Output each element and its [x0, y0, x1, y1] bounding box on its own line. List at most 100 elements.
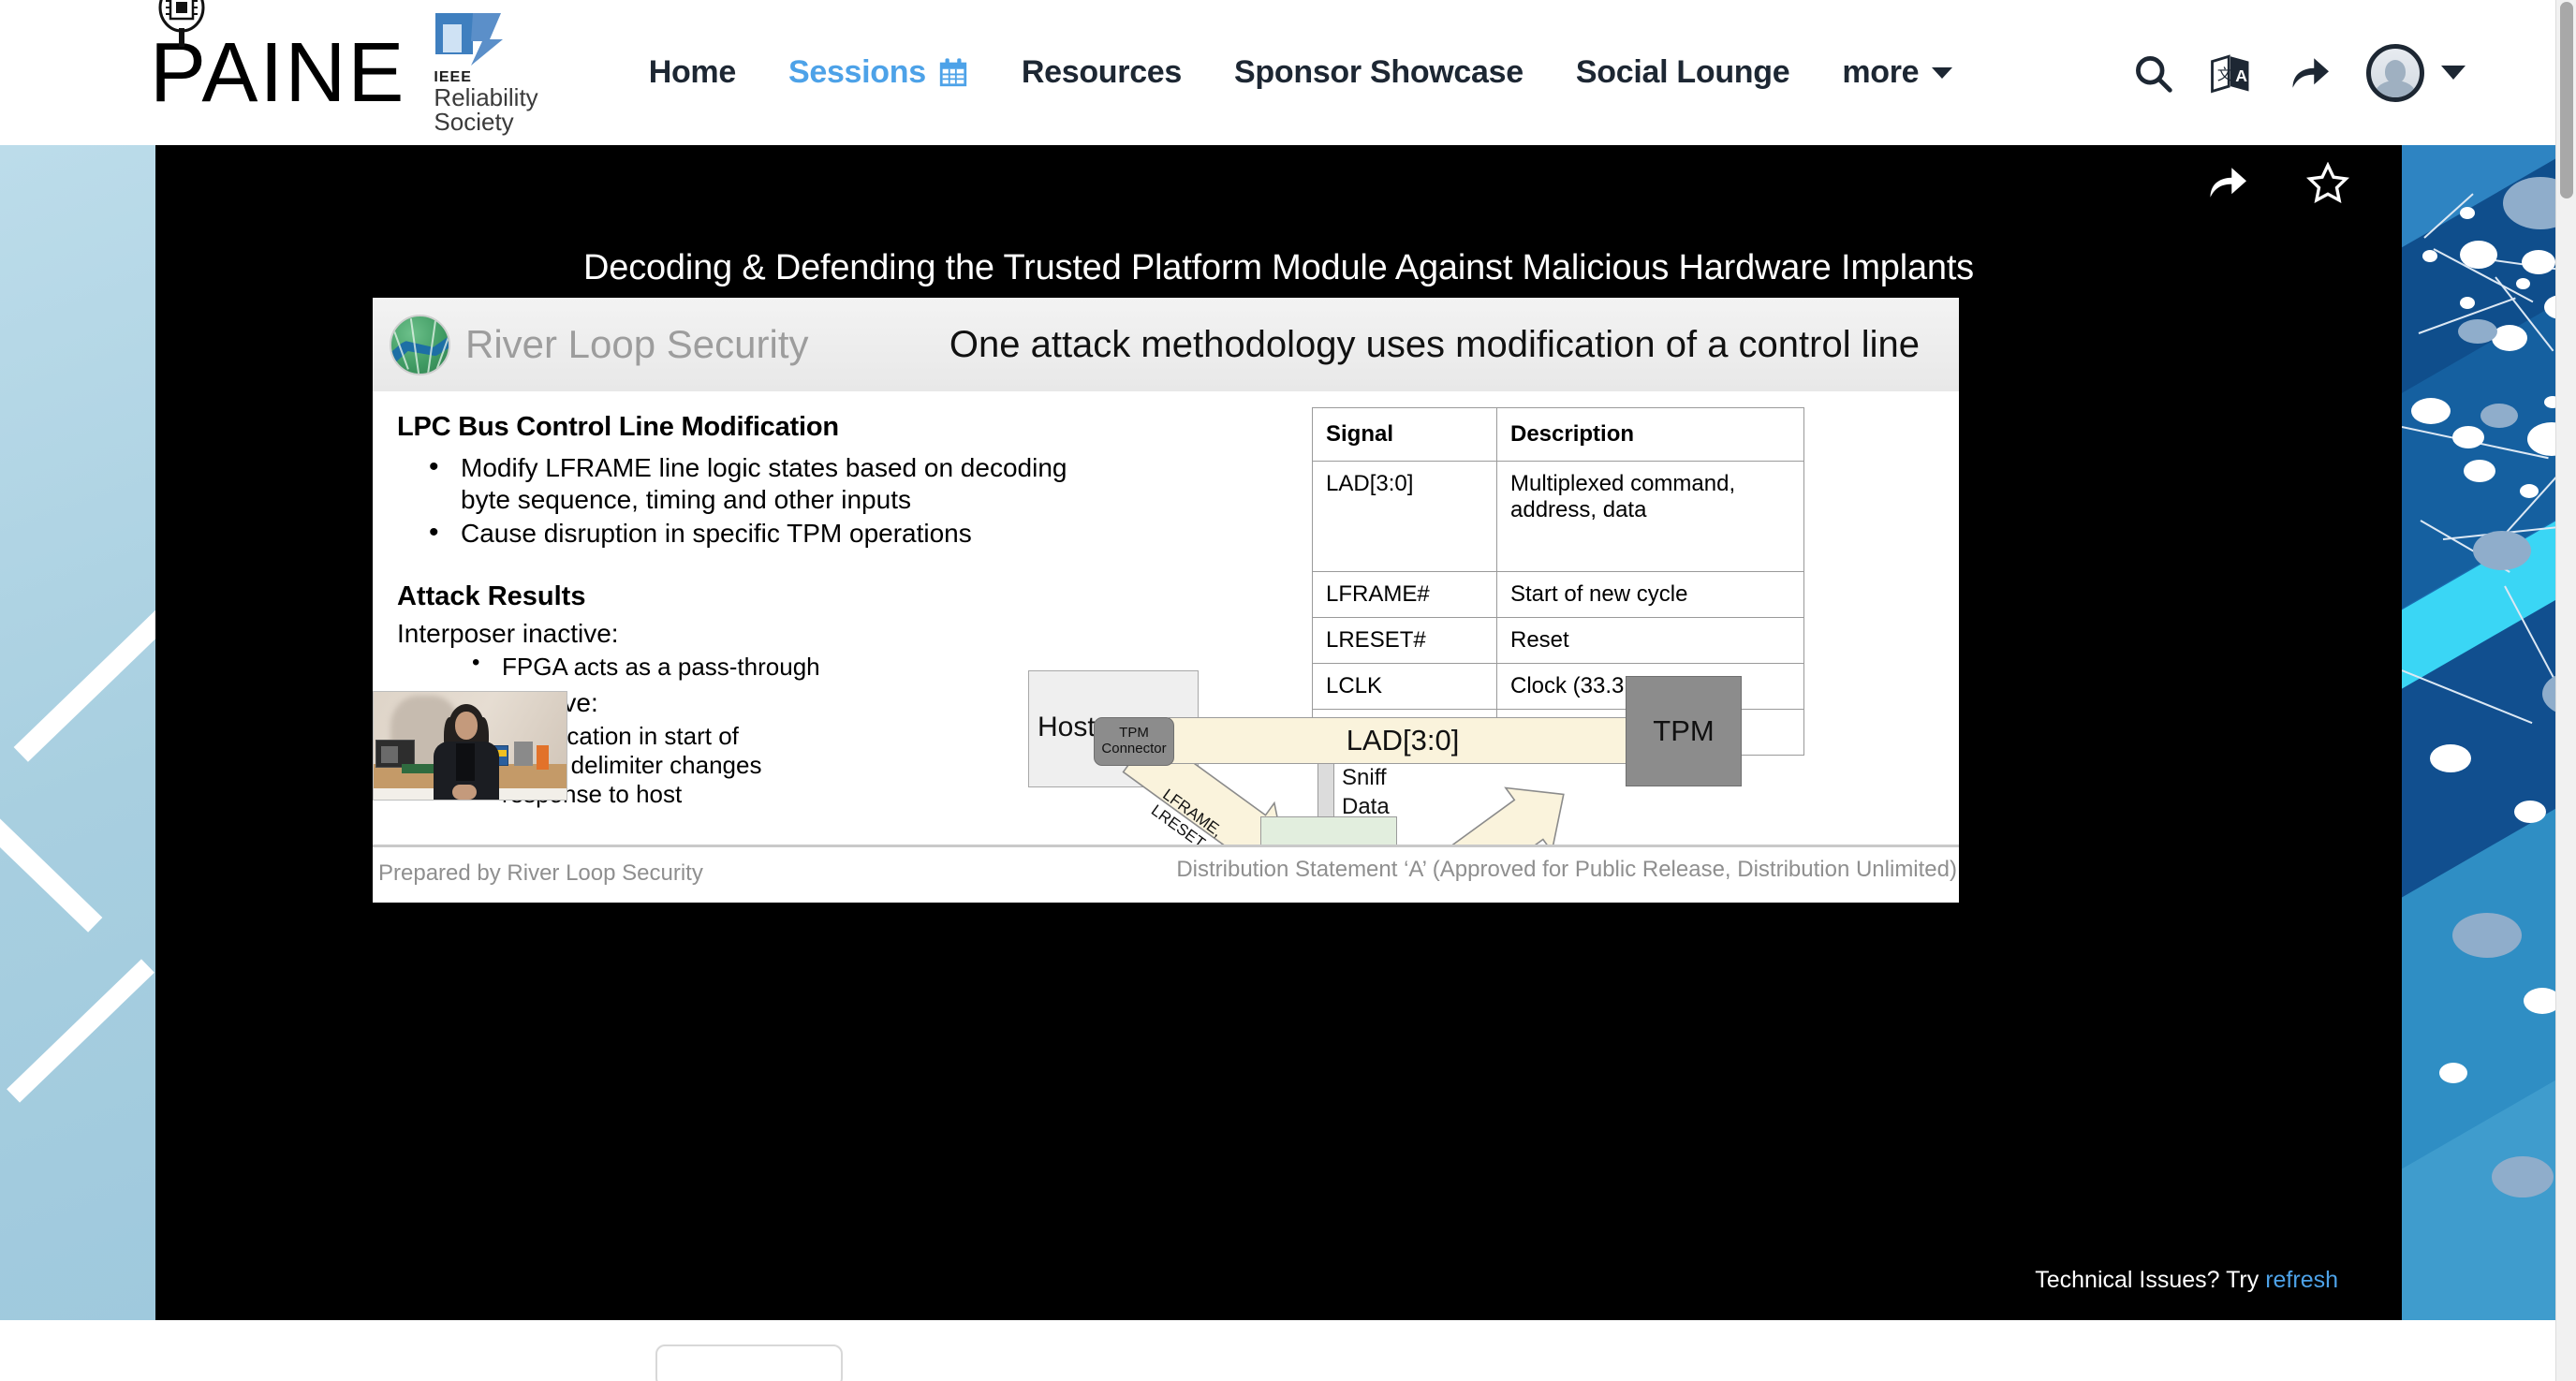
- slide-canvas: River Loop Security One attack methodolo…: [373, 298, 1959, 903]
- node-4: [2522, 250, 2555, 274]
- tpm-connector-line2: Connector: [1101, 741, 1167, 757]
- search-icon[interactable]: [2132, 52, 2173, 94]
- table-header-row: Signal Description: [1312, 407, 1804, 462]
- sniff-line2: Data: [1342, 793, 1390, 819]
- node-16: [2514, 801, 2546, 823]
- cell-signal: LRESET#: [1312, 617, 1497, 664]
- nav-item-social-lounge-label: Social Lounge: [1575, 54, 1790, 90]
- chevron-down-icon: [2441, 66, 2466, 80]
- nav-right-actions: 文 A: [2132, 43, 2466, 102]
- result-label-inactive: Interposer inactive:: [397, 619, 619, 649]
- list-item: FPGA acts as a pass-through: [468, 650, 1109, 682]
- deck-title: Decoding & Defending the Trusted Platfor…: [583, 248, 1974, 287]
- diagram-host-label: Host: [1038, 712, 1096, 742]
- node-dim-6: [2452, 913, 2522, 958]
- cell-description: Start of new cycle: [1496, 571, 1804, 618]
- primary-nav-links: Home Sessions Resources Sponsor Showcase…: [623, 54, 1980, 91]
- slide-title: One attack methodology uses modification…: [949, 323, 1920, 365]
- diagram-sniff-label: Sniff Data: [1342, 764, 1390, 821]
- society-label: Society: [434, 108, 514, 136]
- section-heading-lpc: LPC Bus Control Line Modification: [397, 412, 839, 442]
- lower-panel-button[interactable]: [655, 1344, 843, 1381]
- right-decorative-panel: [2402, 145, 2567, 1320]
- calendar-icon: [937, 57, 969, 89]
- svg-text:文: 文: [2217, 66, 2232, 83]
- refresh-link[interactable]: refresh: [2265, 1267, 2338, 1293]
- paine-chip-icon: [158, 0, 205, 47]
- nav-item-more-label: more: [1842, 54, 1920, 90]
- site-logo[interactable]: PAINE IEEE Reliability Society: [150, 0, 538, 136]
- slide-footer-left: Prepared by River Loop Security: [378, 860, 703, 886]
- star-icon[interactable]: [2306, 162, 2349, 203]
- node-14: [2520, 484, 2539, 498]
- nav-item-home-label: Home: [648, 54, 737, 90]
- cell-signal: LFRAME#: [1312, 571, 1497, 618]
- node-9: [2411, 398, 2451, 424]
- nav-item-sponsor-showcase-label: Sponsor Showcase: [1234, 54, 1524, 90]
- svg-text:A: A: [2235, 66, 2247, 84]
- nav-item-resources-label: Resources: [1021, 54, 1183, 90]
- slide-player: Decoding & Defending the Trusted Platfor…: [155, 145, 2402, 1320]
- sniff-line1: Sniff: [1342, 765, 1387, 790]
- video-presenter: [426, 702, 505, 800]
- presenter-hands: [452, 785, 477, 800]
- nav-item-social-lounge[interactable]: Social Lounge: [1550, 54, 1816, 91]
- slide-footer-right: Distribution Statement ‘A’ (Approved for…: [1176, 857, 1957, 882]
- avatar: [2366, 43, 2424, 102]
- share-icon[interactable]: [2288, 53, 2331, 93]
- caret-down-icon: [1932, 66, 1953, 79]
- node-3: [2422, 250, 2437, 262]
- node-dim-2: [2458, 319, 2497, 344]
- technical-issues-notice: Technical Issues? Try refresh: [2035, 1267, 2338, 1294]
- player-action-bar: [2205, 162, 2349, 203]
- node-6: [2516, 278, 2530, 289]
- result-bullets-inactive: FPGA acts as a pass-through: [468, 650, 1109, 682]
- user-menu[interactable]: [2366, 43, 2466, 102]
- top-navigation-bar: PAINE IEEE Reliability Society Home Sess…: [0, 0, 2576, 145]
- nav-item-resources[interactable]: Resources: [995, 54, 1208, 91]
- reliability-label: Reliability: [434, 83, 538, 111]
- node-dim-3: [2480, 404, 2518, 428]
- presenter-video-overlay[interactable]: [373, 691, 567, 801]
- chevron-stripe-1: [13, 597, 155, 762]
- nav-item-sessions[interactable]: Sessions: [762, 54, 995, 91]
- ieee-reliability-society-logo: IEEE Reliability Society: [434, 11, 538, 136]
- translate-icon[interactable]: 文 A: [2209, 51, 2252, 95]
- list-item: Cause disruption in specific TPM operati…: [425, 516, 1109, 551]
- page-scrollbar[interactable]: [2555, 0, 2576, 1381]
- chevron-stripe-2: [0, 768, 103, 933]
- diagram-bus-label: LAD[3:0]: [1346, 724, 1460, 757]
- table-row: LAD[3:0] Multiplexed command, address, d…: [1312, 461, 1804, 572]
- slide-footer: Prepared by River Loop Security Distribu…: [373, 845, 1959, 903]
- nav-item-more[interactable]: more: [1816, 54, 1979, 91]
- diagram-sniff-connector: [1317, 762, 1334, 820]
- scrollbar-thumb[interactable]: [2560, 2, 2573, 198]
- diagram-tpm-label: TPM: [1653, 714, 1715, 747]
- table-row: LRESET# Reset: [1312, 617, 1804, 664]
- table-row: LFRAME# Start of new cycle: [1312, 571, 1804, 618]
- share-icon[interactable]: [2205, 163, 2248, 202]
- lpc-bullet-list: Modify LFRAME line logic states based on…: [425, 450, 1109, 551]
- node-12: [2464, 460, 2495, 482]
- column-header-description: Description: [1496, 407, 1804, 462]
- diagram-tpm-block: TPM: [1626, 676, 1742, 786]
- node-2: [2460, 207, 2475, 219]
- node-10: [2452, 426, 2484, 448]
- node-15: [2430, 744, 2471, 772]
- cell-description: Multiplexed command, address, data: [1496, 461, 1804, 572]
- chevron-stripe-3: [7, 959, 155, 1103]
- presenter-face: [455, 712, 478, 740]
- node-dim-4: [2473, 531, 2531, 570]
- node-18: [2439, 1063, 2467, 1083]
- node-1: [2460, 241, 2497, 269]
- river-loop-security-logo-icon: [390, 314, 450, 375]
- diagram-lad-bus: LAD[3:0]: [1169, 717, 1637, 764]
- section-heading-attack-results: Attack Results: [397, 581, 586, 612]
- nav-item-sponsor-showcase[interactable]: Sponsor Showcase: [1208, 54, 1550, 91]
- column-header-signal: Signal: [1312, 407, 1497, 462]
- page-backdrop: Decoding & Defending the Trusted Platfor…: [0, 145, 2576, 1381]
- left-decorative-panel: [0, 145, 155, 1320]
- slide-body: LPC Bus Control Line Modification Modify…: [373, 391, 1959, 903]
- nav-item-home[interactable]: Home: [623, 54, 762, 91]
- tpm-connector-line1: TPM: [1119, 725, 1149, 742]
